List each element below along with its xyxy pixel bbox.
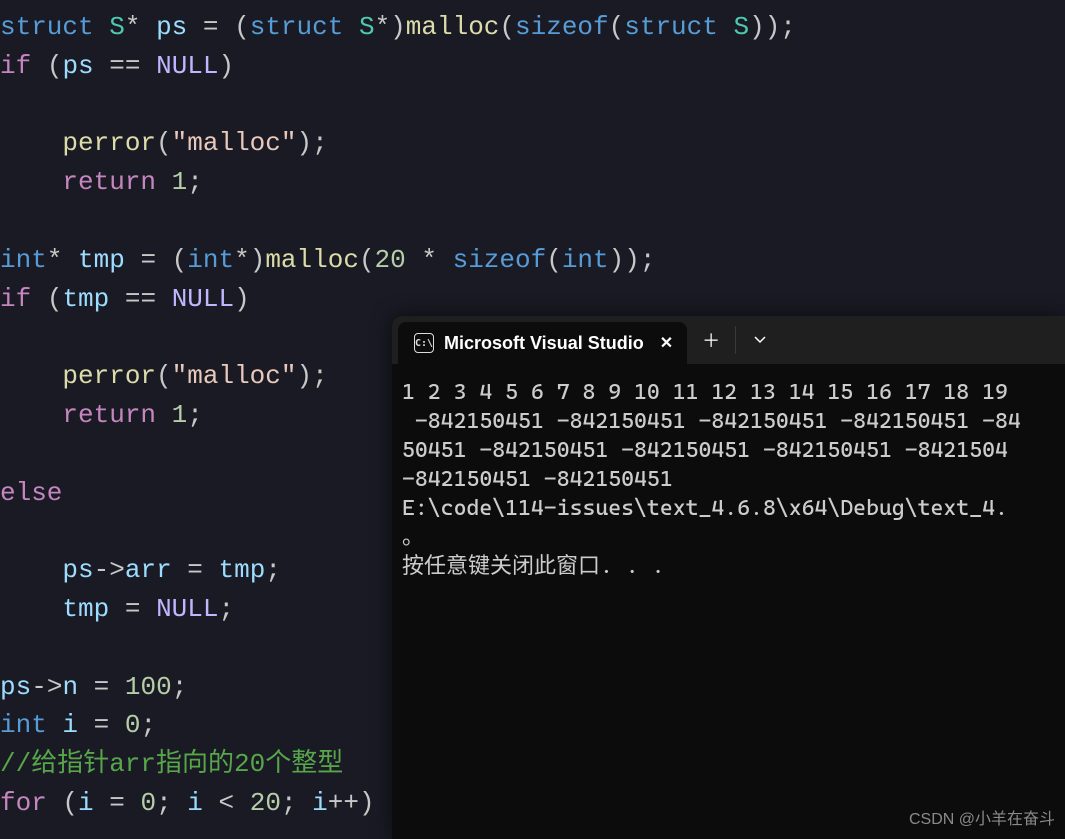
keyword-else: else bbox=[0, 478, 62, 508]
macro-null: NULL bbox=[156, 51, 218, 81]
tab-title: Microsoft Visual Studio bbox=[444, 333, 644, 354]
close-icon[interactable]: ✕ bbox=[660, 333, 673, 353]
console-icon: C:\ bbox=[414, 333, 434, 353]
terminal-window: C:\ Microsoft Visual Studio ✕ ＋ 1 2 3 4 … bbox=[392, 316, 1065, 839]
type-name: S bbox=[109, 12, 125, 42]
comment: //给指针arr指向的20个整型 bbox=[0, 749, 343, 779]
tab-dropdown-button[interactable] bbox=[736, 316, 784, 364]
chevron-down-icon bbox=[753, 333, 767, 347]
terminal-output[interactable]: 1 2 3 4 5 6 7 8 9 10 11 12 13 14 15 16 1… bbox=[392, 364, 1065, 839]
var-ps: ps bbox=[156, 12, 187, 42]
string-literal: "malloc" bbox=[172, 128, 297, 158]
terminal-tab[interactable]: C:\ Microsoft Visual Studio ✕ bbox=[398, 322, 687, 364]
watermark: CSDN @小羊在奋斗 bbox=[909, 805, 1055, 829]
terminal-titlebar[interactable]: C:\ Microsoft Visual Studio ✕ ＋ bbox=[392, 316, 1065, 364]
keyword-if: if bbox=[0, 51, 31, 81]
func-perror: perror bbox=[62, 128, 156, 158]
new-tab-button[interactable]: ＋ bbox=[687, 316, 735, 364]
keyword-for: for bbox=[0, 788, 47, 818]
keyword-return: return bbox=[62, 167, 156, 197]
func-malloc: malloc bbox=[406, 12, 500, 42]
keyword-int: int bbox=[0, 245, 47, 275]
keyword-struct: struct bbox=[0, 12, 94, 42]
var-tmp: tmp bbox=[78, 245, 125, 275]
